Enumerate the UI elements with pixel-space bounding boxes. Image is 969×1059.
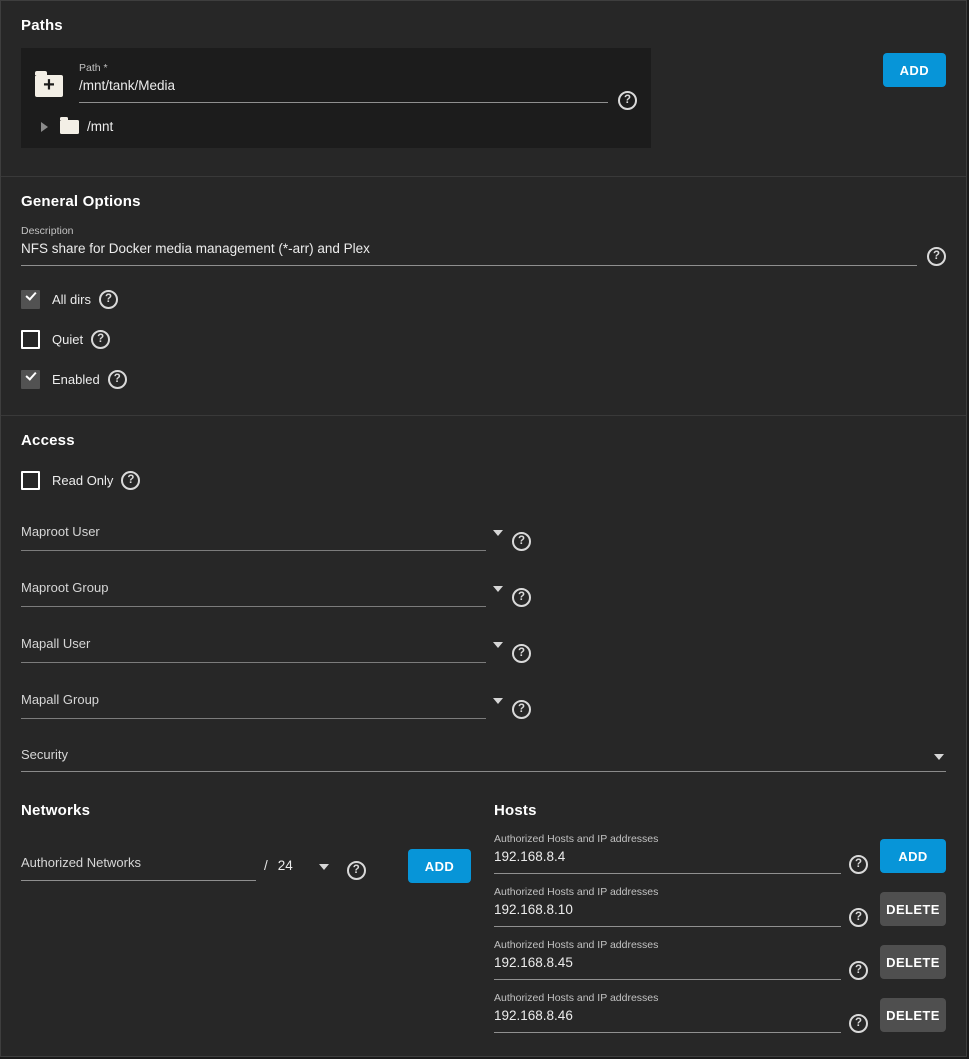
description-label: Description [21,225,917,237]
help-icon[interactable]: ? [512,700,531,719]
help-icon[interactable]: ? [512,588,531,607]
quiet-checkbox[interactable] [21,330,40,349]
help-icon[interactable]: ? [927,247,946,266]
hosts-add-button[interactable]: ADD [880,839,946,873]
paths-add-button[interactable]: ADD [883,53,946,87]
path-input-value[interactable]: /mnt/tank/Media [79,78,608,103]
mapall-group-select[interactable]: Mapall Group [21,687,486,719]
chevron-down-icon[interactable] [319,864,329,870]
description-value[interactable]: NFS share for Docker media management (*… [21,241,917,266]
help-icon[interactable]: ? [108,370,127,389]
maproot-group-select[interactable]: Maproot Group [21,575,486,607]
help-icon[interactable]: ? [849,855,868,874]
authorized-host-value[interactable]: 192.168.8.46 [494,1008,841,1033]
hosts-delete-button[interactable]: DELETE [880,892,946,926]
help-icon[interactable]: ? [618,91,637,110]
host-row: Authorized Hosts and IP addresses 192.16… [494,992,946,1033]
tree-item-label: /mnt [87,119,113,134]
help-icon[interactable]: ? [512,532,531,551]
cidr-separator: / [264,858,268,873]
help-icon[interactable]: ? [849,908,868,927]
access-heading: Access [21,432,946,449]
host-row: Authorized Hosts and IP addresses 192.16… [494,833,946,874]
authorized-host-input[interactable]: Authorized Hosts and IP addresses 192.16… [494,939,841,980]
help-icon[interactable]: ? [849,1014,868,1033]
authorized-host-value[interactable]: 192.168.8.45 [494,955,841,980]
cidr-prefix-select[interactable]: 24 [278,858,293,873]
chevron-down-icon[interactable] [493,698,503,704]
authorized-host-label: Authorized Hosts and IP addresses [494,939,841,951]
networks-add-button[interactable]: ADD [408,849,471,883]
help-icon[interactable]: ? [849,961,868,980]
general-options-heading: General Options [21,193,946,210]
folder-icon [60,120,79,134]
mapall-group-label: Mapall Group [21,692,99,707]
help-icon[interactable]: ? [91,330,110,349]
all-dirs-label: All dirs [52,292,91,307]
plus-glyph: + [35,74,63,97]
checkbox-enabled[interactable]: Enabled ? [21,370,946,389]
authorized-host-value[interactable]: 192.168.8.4 [494,849,841,874]
add-folder-icon[interactable]: + [35,75,63,97]
description-input[interactable]: Description NFS share for Docker media m… [21,225,917,266]
authorized-host-input[interactable]: Authorized Hosts and IP addresses 192.16… [494,833,841,874]
all-dirs-checkbox[interactable] [21,290,40,309]
tree-item-mnt[interactable]: /mnt [35,119,637,134]
read-only-label: Read Only [52,473,113,488]
expand-arrow-icon[interactable] [41,122,48,132]
maproot-group-label: Maproot Group [21,580,108,595]
authorized-networks-input[interactable]: Authorized Networks [21,854,256,881]
hosts-delete-button[interactable]: DELETE [880,945,946,979]
help-icon[interactable]: ? [121,471,140,490]
read-only-checkbox[interactable] [21,471,40,490]
hosts-heading: Hosts [494,802,946,819]
chevron-down-icon[interactable] [934,754,944,760]
hosts-column: Hosts Authorized Hosts and IP addresses … [494,802,946,1033]
maproot-user-label: Maproot User [21,524,100,539]
help-icon[interactable]: ? [347,861,366,880]
authorized-networks-label: Authorized Networks [21,855,141,870]
path-input[interactable]: Path * /mnt/tank/Media [79,62,608,103]
authorized-host-label: Authorized Hosts and IP addresses [494,992,841,1004]
chevron-down-icon[interactable] [493,642,503,648]
chevron-down-icon[interactable] [493,530,503,536]
security-select[interactable]: Security [21,747,946,772]
nfs-share-form: Paths + Path * /mnt/tank/Media ? /mnt AD… [0,0,967,1057]
quiet-label: Quiet [52,332,83,347]
maproot-user-select[interactable]: Maproot User [21,519,486,551]
checkbox-quiet[interactable]: Quiet ? [21,330,946,349]
enabled-label: Enabled [52,372,100,387]
authorized-host-input[interactable]: Authorized Hosts and IP addresses 192.16… [494,992,841,1033]
enabled-checkbox[interactable] [21,370,40,389]
authorized-host-input[interactable]: Authorized Hosts and IP addresses 192.16… [494,886,841,927]
chevron-down-icon[interactable] [493,586,503,592]
host-row: Authorized Hosts and IP addresses 192.16… [494,886,946,927]
authorized-host-value[interactable]: 192.168.8.10 [494,902,841,927]
authorized-host-label: Authorized Hosts and IP addresses [494,886,841,898]
paths-heading: Paths [21,17,946,34]
checkbox-all-dirs[interactable]: All dirs ? [21,290,946,309]
security-label: Security [21,747,68,762]
authorized-host-label: Authorized Hosts and IP addresses [494,833,841,845]
host-row: Authorized Hosts and IP addresses 192.16… [494,939,946,980]
path-input-label: Path * [79,62,608,74]
hosts-delete-button[interactable]: DELETE [880,998,946,1032]
mapall-user-label: Mapall User [21,636,90,651]
help-icon[interactable]: ? [99,290,118,309]
help-icon[interactable]: ? [512,644,531,663]
networks-heading: Networks [21,802,479,819]
networks-column: Networks Authorized Networks / 24 ? ADD [21,802,479,1033]
mapall-user-select[interactable]: Mapall User [21,631,486,663]
path-picker-card: + Path * /mnt/tank/Media ? /mnt [21,48,651,148]
checkbox-read-only[interactable]: Read Only ? [21,471,946,490]
